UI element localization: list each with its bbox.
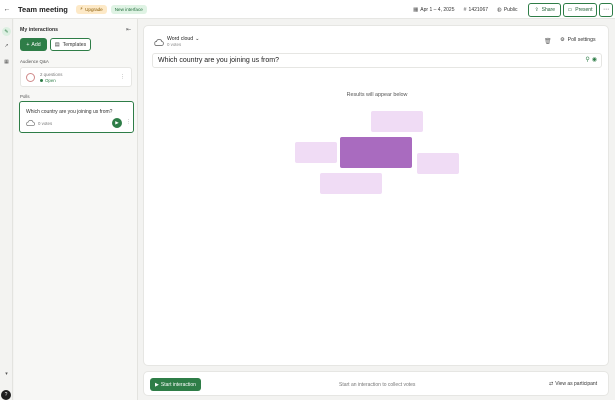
- chart-icon: ↗: [4, 42, 9, 49]
- templates-label: Templates: [62, 41, 87, 48]
- poll-settings-button[interactable]: ⚙ Poll settings: [560, 37, 596, 43]
- help-icon: ?: [4, 392, 8, 398]
- panel-title: My interactions: [20, 27, 59, 33]
- edit-icon: ✎: [4, 28, 9, 35]
- poll-card[interactable]: Which country are you joining us from? 0…: [19, 101, 134, 133]
- date-range[interactable]: ▦ Apr 1 – 4, 2025: [413, 7, 454, 13]
- word-cloud-placeholder-block: [340, 137, 412, 168]
- chevron-down-icon: ⌄: [195, 36, 200, 42]
- word-cloud-placeholder-block: [371, 111, 423, 132]
- add-label: Add: [31, 41, 41, 48]
- join-code[interactable]: # 1421067: [463, 7, 488, 13]
- word-cloud-placeholder-block: [320, 173, 382, 194]
- new-interface-label: New interface: [114, 6, 143, 12]
- plus-icon: +: [26, 41, 30, 48]
- rail-feedback-button[interactable]: ▾: [2, 369, 11, 378]
- qa-status: Open: [40, 78, 56, 83]
- gear-icon: ⚙: [560, 37, 565, 43]
- question-text: Which country are you joining us from?: [158, 57, 279, 64]
- visibility-text: Public: [503, 6, 518, 13]
- start-hint: Start an interaction to collect votes: [339, 382, 416, 388]
- participant-icon: ⇄: [549, 381, 554, 387]
- collapse-icon: ⇤: [125, 27, 131, 33]
- rail-edit-button[interactable]: ✎: [2, 27, 11, 36]
- collapse-panel-button[interactable]: ⇤: [126, 26, 131, 33]
- share-label: Share: [541, 6, 555, 13]
- add-button[interactable]: + Add: [20, 38, 47, 51]
- status-dot: [40, 79, 43, 82]
- lightning-icon: ⚡: [79, 6, 84, 11]
- qa-count: 2 questions: [40, 72, 63, 77]
- pin-icon[interactable]: ⚲: [585, 56, 589, 63]
- start-interaction-button[interactable]: ▶ Start interaction: [150, 378, 201, 391]
- arrow-left-icon: ←: [3, 5, 11, 13]
- calendar-icon: ▦: [413, 6, 419, 13]
- kebab-icon: ⋮: [120, 74, 125, 80]
- poll-menu-button[interactable]: ⋮: [126, 119, 131, 125]
- hash-icon: #: [463, 6, 467, 13]
- word-cloud-placeholder-block: [417, 153, 459, 174]
- poll-settings-label: Poll settings: [567, 37, 596, 43]
- megaphone-icon: ▾: [5, 370, 8, 377]
- more-options-button[interactable]: ⋯: [599, 2, 613, 17]
- new-interface-badge: New interface: [110, 4, 147, 14]
- start-interaction-label: Start interaction: [160, 381, 196, 388]
- qa-icon: [26, 73, 35, 82]
- present-button[interactable]: ▭ Present: [563, 2, 597, 17]
- poll-question: Which country are you joining us from?: [26, 109, 113, 115]
- grammarly-icon[interactable]: ◉: [592, 56, 597, 63]
- interactions-panel: My interactions ⇤ + Add ▤ Templates Audi…: [14, 19, 138, 400]
- globe-icon: ◍: [497, 6, 502, 13]
- qa-status-text: Open: [45, 78, 56, 83]
- word-cloud-icon: [26, 120, 35, 127]
- poll-votes: 0 votes: [38, 121, 53, 126]
- trash-icon: 🗑: [544, 39, 552, 45]
- rail-apps-button[interactable]: ▦: [2, 57, 11, 66]
- template-icon: ▤: [54, 41, 60, 48]
- upgrade-label: Upgrade: [85, 6, 103, 12]
- back-button[interactable]: ←: [2, 4, 12, 14]
- grid-icon: ▦: [4, 58, 9, 65]
- polls-section-label: Polls: [20, 94, 30, 99]
- more-icon: ⋯: [603, 7, 609, 13]
- rail-results-button[interactable]: ↗: [2, 41, 11, 50]
- join-code-text: 1421067: [468, 6, 489, 13]
- word-cloud-icon: [154, 39, 164, 46]
- play-icon: ▶: [115, 120, 119, 125]
- qa-card[interactable]: 2 questions Open ⋮: [20, 67, 132, 87]
- presentation-title[interactable]: Team meeting: [18, 5, 68, 14]
- kebab-icon: ⋮: [126, 119, 131, 125]
- share-button[interactable]: ⇪ Share: [528, 2, 561, 17]
- view-as-participant-label: View as participant: [555, 381, 598, 387]
- present-label: Present: [575, 6, 593, 13]
- view-as-participant-button[interactable]: ⇄ View as participant: [549, 381, 597, 387]
- play-poll-button[interactable]: ▶: [112, 118, 122, 128]
- results-placeholder: Results will appear below: [346, 92, 408, 98]
- upgrade-badge[interactable]: ⚡ Upgrade: [75, 4, 107, 14]
- left-rail: ✎ ↗ ▦ ▾: [0, 19, 13, 400]
- share-icon: ⇪: [534, 6, 539, 13]
- present-icon: ▭: [567, 6, 573, 13]
- bottom-bar: ▶ Start interaction Start an interaction…: [143, 371, 609, 396]
- qa-section-label: Audience Q&A: [20, 59, 49, 64]
- qa-menu-button[interactable]: ⋮: [120, 74, 125, 80]
- delete-button[interactable]: 🗑: [544, 38, 552, 45]
- help-button[interactable]: ?: [1, 390, 11, 400]
- slide-card: Word cloud ⌄ 0 votes 🗑 ⚙ Poll settings W…: [143, 25, 609, 366]
- top-bar: ← Team meeting ⚡ Upgrade New interface ▦…: [0, 0, 615, 19]
- date-range-text: Apr 1 – 4, 2025: [420, 6, 455, 13]
- word-cloud-placeholder-block: [295, 142, 337, 163]
- question-field[interactable]: Which country are you joining us from? ⚲…: [152, 53, 602, 68]
- visibility[interactable]: ◍ Public: [497, 7, 517, 13]
- slide-votes: 0 votes: [167, 42, 182, 47]
- templates-button[interactable]: ▤ Templates: [50, 38, 91, 51]
- play-icon: ▶: [155, 381, 159, 388]
- question-actions: ⚲ ◉: [585, 56, 597, 63]
